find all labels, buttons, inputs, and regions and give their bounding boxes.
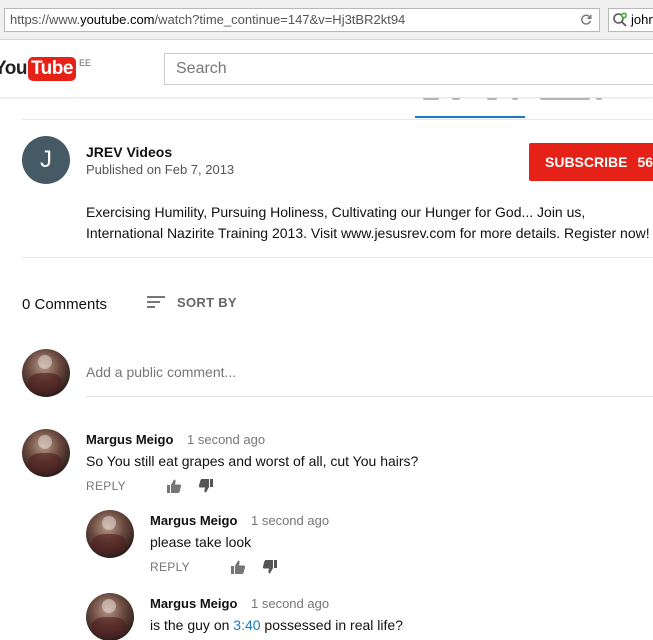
thumbs-up-icon[interactable] (230, 559, 246, 575)
subscribe-label: SUBSCRIBE (545, 154, 628, 170)
thumbs-down-icon[interactable] (262, 559, 278, 575)
video-actions-strip (0, 98, 653, 120)
divider-description (22, 257, 653, 258)
comment-text-after: possessed in real life? (260, 617, 403, 633)
thumbs-up-icon[interactable] (166, 478, 182, 494)
share-fragment (540, 98, 590, 100)
like-count-fragment (452, 98, 460, 100)
active-tab-underline (415, 116, 525, 118)
description-line-2: International Nazirite Training 2013. Vi… (86, 225, 650, 241)
sort-by-button[interactable]: SORT BY (177, 295, 237, 310)
more-fragment (596, 98, 602, 100)
reply-button[interactable]: REPLY (150, 560, 190, 574)
comment-time[interactable]: 1 second ago (251, 513, 329, 528)
publish-date: Published on Feb 7, 2013 (86, 162, 235, 177)
comment-text-before: is the guy on (150, 617, 234, 633)
avatar[interactable] (22, 429, 70, 477)
comments-count: 0 Comments (22, 296, 108, 313)
search-icon (613, 12, 627, 27)
logo-tube: Tube (27, 57, 76, 81)
url-host: youtube.com (80, 12, 155, 27)
browser-toolbar: https://www.youtube.com/watch?time_conti… (0, 0, 653, 40)
comment-author[interactable]: Margus Meigo (150, 596, 237, 611)
avatar[interactable] (86, 510, 134, 558)
avatar[interactable] (86, 593, 134, 640)
url-prefix: https://www. (10, 12, 81, 27)
comment-time[interactable]: 1 second ago (251, 596, 329, 611)
dislike-icon-fragment (487, 98, 497, 100)
thumbs-down-icon[interactable] (198, 478, 214, 494)
description-line-1: Exercising Humility, Pursuing Holiness, … (86, 204, 586, 220)
comment-author[interactable]: Margus Meigo (150, 513, 237, 528)
subscriber-count: 56 (637, 154, 653, 170)
add-comment-input[interactable]: Add a public comment... (86, 364, 653, 380)
dislike-count-fragment (512, 98, 518, 100)
add-comment-underline (86, 396, 653, 397)
comment-text: So You still eat grapes and worst of all… (86, 453, 419, 469)
channel-name[interactable]: JREV Videos (86, 144, 172, 160)
comment-time[interactable]: 1 second ago (187, 432, 265, 447)
logo-region: EE (78, 58, 91, 68)
url-path: /watch?time_continue=147&v=Hj3tBR2kt94 (154, 12, 406, 27)
browser-search-text: john (631, 12, 653, 27)
subscribe-button[interactable]: SUBSCRIBE 56 (529, 143, 653, 181)
video-description: Exercising Humility, Pursuing Holiness, … (86, 202, 653, 244)
search-input[interactable]: Search (164, 53, 653, 85)
comment-text: please take look (150, 534, 252, 550)
browser-search-box[interactable]: john (608, 8, 653, 32)
logo-you: You (0, 58, 27, 79)
refresh-icon[interactable] (579, 13, 593, 27)
youtube-logo[interactable]: YouTubeEE (0, 57, 91, 81)
reply-button[interactable]: REPLY (86, 479, 126, 493)
current-user-avatar (22, 349, 70, 397)
address-bar[interactable]: https://www.youtube.com/watch?time_conti… (4, 8, 600, 32)
timestamp-link[interactable]: 3:40 (233, 617, 260, 633)
like-icon-fragment (423, 98, 439, 100)
youtube-header: YouTubeEE Search (0, 40, 653, 98)
comment-text: is the guy on 3:40 possessed in real lif… (150, 617, 403, 633)
sort-icon[interactable] (147, 295, 165, 309)
comment-author[interactable]: Margus Meigo (86, 432, 173, 447)
channel-avatar[interactable]: J (22, 136, 70, 184)
divider-top (22, 119, 653, 120)
